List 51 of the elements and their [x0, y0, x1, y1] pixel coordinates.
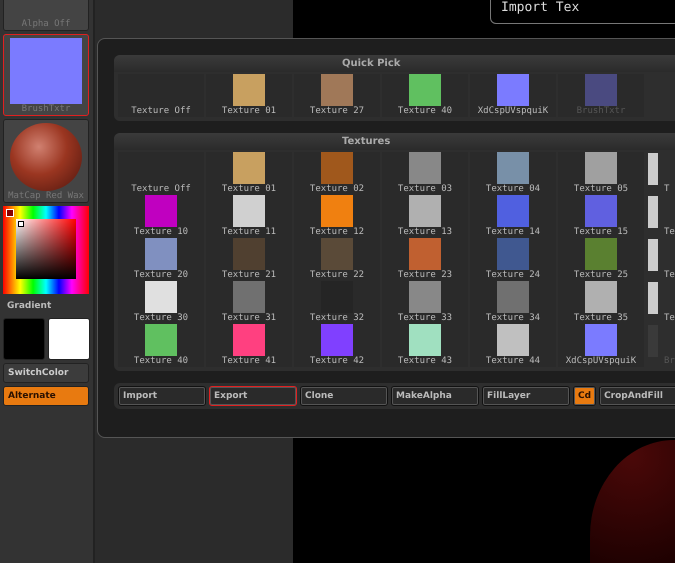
sidebar-button[interactable]: SwitchColor — [3, 363, 89, 383]
texture-item[interactable]: Texture 24 — [470, 238, 556, 281]
texture-item[interactable]: Texture 05 — [558, 152, 644, 195]
texture-item[interactable]: Texture 04 — [470, 152, 556, 195]
texture-item[interactable]: Texture 40 — [118, 324, 204, 367]
action-button[interactable]: FillLayer — [482, 386, 570, 406]
texture-item[interactable]: Texture 02 — [294, 152, 380, 195]
title-box: Import Tex — [490, 0, 675, 24]
color-picker[interactable] — [3, 206, 89, 294]
texture-item[interactable]: XdCspUVspquiK — [470, 74, 556, 117]
section-title: Quick Pick — [114, 55, 675, 72]
action-button[interactable]: Clone — [300, 386, 388, 406]
texture-item[interactable]: Texture 30 — [118, 281, 204, 324]
texture-item[interactable]: Texture 13 — [382, 195, 468, 238]
texture-item[interactable]: Texture 15 — [558, 195, 644, 238]
texture-item[interactable]: Texture 01 — [206, 74, 292, 117]
texture-item[interactable]: Texture 21 — [206, 238, 292, 281]
texture-item[interactable]: Texture 44 — [470, 324, 556, 367]
texture-item[interactable]: Texture 33 — [382, 281, 468, 324]
texture-item[interactable]: Texture 32 — [294, 281, 380, 324]
texture-item[interactable]: Texture Off — [118, 152, 204, 195]
texture-item[interactable]: Texture 12 — [294, 195, 380, 238]
texture-item[interactable]: Texture 41 — [206, 324, 292, 367]
action-button[interactable]: Cd — [573, 386, 596, 406]
texture-item[interactable]: Texture 20 — [118, 238, 204, 281]
texture-item[interactable]: Texture 03 — [382, 152, 468, 195]
texture-item[interactable]: Texture 10 — [118, 195, 204, 238]
color-swatch[interactable] — [3, 318, 45, 360]
action-button[interactable]: CropAndFill — [599, 386, 675, 406]
texture-item[interactable]: Texture 22 — [294, 238, 380, 281]
action-button[interactable]: Export — [209, 386, 297, 406]
texture-item[interactable]: Texture 42 — [294, 324, 380, 367]
texture-item[interactable]: Texture 11 — [206, 195, 292, 238]
color-swatch[interactable] — [48, 318, 90, 360]
texture-item[interactable]: Texture 31 — [206, 281, 292, 324]
texture-item[interactable]: Texture 43 — [382, 324, 468, 367]
texture-item[interactable]: Texture 25 — [558, 238, 644, 281]
action-button[interactable]: MakeAlpha — [391, 386, 479, 406]
action-button[interactable]: Import — [118, 386, 206, 406]
texture-item[interactable]: Texture 14 — [470, 195, 556, 238]
texture-item[interactable]: Texture 27 — [294, 74, 380, 117]
texture-item[interactable]: Texture 34 — [470, 281, 556, 324]
texture-item[interactable]: Texture 35 — [558, 281, 644, 324]
texture-item[interactable]: Texture 40 — [382, 74, 468, 117]
section-title: Textures — [114, 133, 675, 150]
texture-item[interactable]: XdCspUVspquiK — [558, 324, 644, 367]
gradient-label: Gradient — [6, 300, 52, 313]
texture-item[interactable]: Texture 23 — [382, 238, 468, 281]
sidebar-button[interactable]: Alternate — [3, 386, 89, 406]
texture-item[interactable]: Texture Off — [118, 74, 204, 117]
texture-item[interactable]: Texture 01 — [206, 152, 292, 195]
